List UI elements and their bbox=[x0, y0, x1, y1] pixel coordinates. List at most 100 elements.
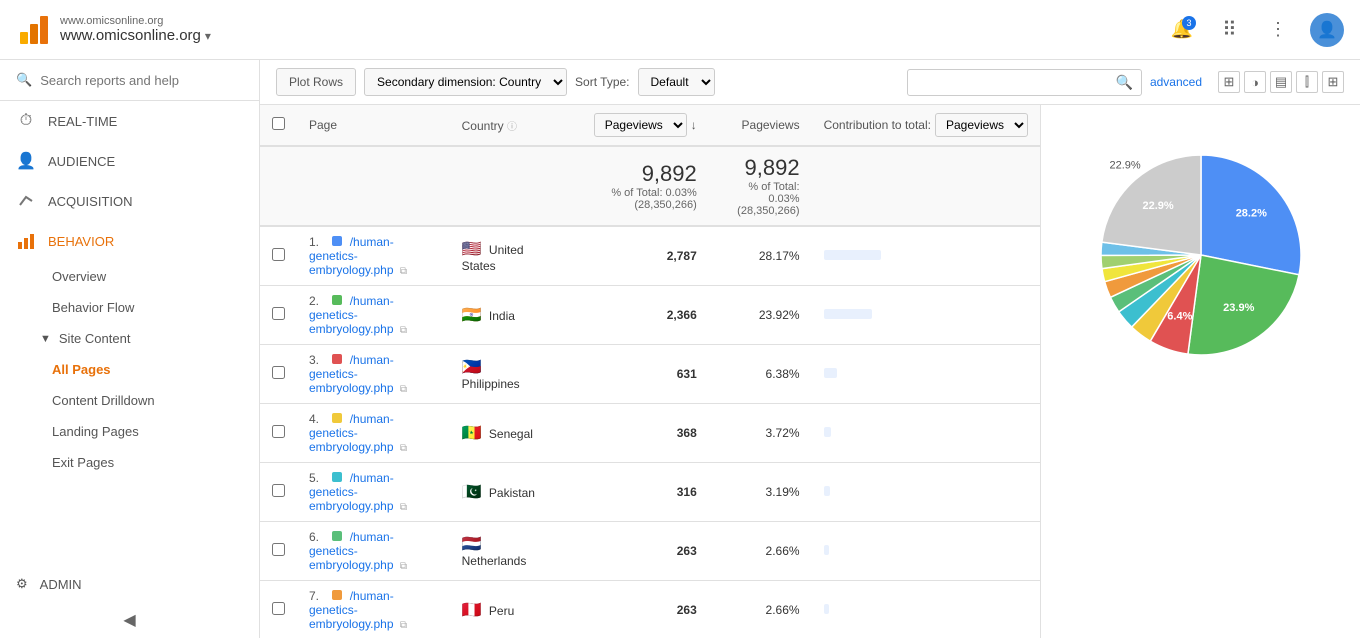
plot-rows-button[interactable]: Plot Rows bbox=[276, 68, 356, 96]
external-link-icon-0[interactable]: ⧉ bbox=[400, 266, 407, 277]
country-cell-2: 🇵🇭 Philippines bbox=[450, 345, 549, 404]
comparison-view-button[interactable]: ⫿ bbox=[1296, 71, 1318, 93]
country-name-1: India bbox=[489, 309, 515, 323]
metric-select[interactable]: Pageviews bbox=[594, 113, 687, 137]
pivot-view-button[interactable]: ⊞ bbox=[1322, 71, 1344, 93]
row-indicator-1 bbox=[332, 295, 342, 305]
table-section: Page Country ⓘ Pageviews bbox=[260, 105, 1040, 638]
external-link-icon-1[interactable]: ⧉ bbox=[400, 325, 407, 336]
row-checkbox-6[interactable] bbox=[272, 602, 285, 615]
total-row: 9,892 % of Total: 0.03% (28,350,266) 9,8… bbox=[260, 146, 1040, 226]
country-cell-4: 🇵🇰 Pakistan bbox=[450, 463, 549, 522]
table-search-input[interactable] bbox=[916, 75, 1116, 89]
row-checkbox-5[interactable] bbox=[272, 543, 285, 556]
sidebar-collapse-button[interactable]: ◀ bbox=[0, 602, 259, 638]
row-checkbox-3[interactable] bbox=[272, 425, 285, 438]
select-all-checkbox[interactable] bbox=[272, 117, 285, 130]
pie-label-10: 22.9% bbox=[1142, 200, 1173, 212]
page-cell-4: 5. /human-genetics-embryology.php ⧉ bbox=[297, 463, 450, 522]
contribution-metric-select[interactable]: Pageviews bbox=[935, 113, 1028, 137]
search-icon: 🔍 bbox=[16, 72, 32, 88]
table-search-icon: 🔍 bbox=[1116, 74, 1133, 91]
expand-icon: ▼ bbox=[40, 333, 51, 345]
page-cell-1: 2. /human-genetics-embryology.php ⧉ bbox=[297, 286, 450, 345]
dropdown-arrow[interactable]: ▾ bbox=[205, 29, 211, 43]
pie-chart-container: 28.2%23.9%6.4%22.9%22.9% bbox=[1041, 105, 1360, 405]
sidebar-item-admin[interactable]: ⚙ ADMIN bbox=[0, 566, 259, 602]
pageviews-cell-1: 23.92% bbox=[709, 286, 812, 345]
pie-view-button[interactable]: ◑ bbox=[1244, 71, 1266, 93]
bar-view-button[interactable]: ▤ bbox=[1270, 71, 1292, 93]
behavior-icon bbox=[16, 231, 36, 251]
top-header: www.omicsonline.org www.omicsonline.org … bbox=[0, 0, 1360, 60]
contribution-cell-0 bbox=[812, 226, 1040, 286]
row-number-1: 2. bbox=[309, 294, 329, 308]
sidebar-item-audience[interactable]: 👤 AUDIENCE bbox=[0, 141, 259, 181]
row-number-4: 5. bbox=[309, 471, 329, 485]
external-link-icon-4[interactable]: ⧉ bbox=[400, 502, 407, 513]
pie-label-1: 23.9% bbox=[1223, 302, 1254, 314]
external-link-icon-6[interactable]: ⧉ bbox=[400, 620, 407, 631]
table-row: 2. /human-genetics-embryology.php ⧉ 🇮🇳 I… bbox=[260, 286, 1040, 345]
table-row: 3. /human-genetics-embryology.php ⧉ 🇵🇭 P… bbox=[260, 345, 1040, 404]
sidebar-realtime-label: REAL-TIME bbox=[48, 114, 117, 129]
site-url-small: www.omicsonline.org bbox=[60, 15, 211, 27]
table-row: 4. /human-genetics-embryology.php ⧉ 🇸🇳 S… bbox=[260, 404, 1040, 463]
sort-type-label: Sort Type: bbox=[575, 75, 629, 89]
sidebar-item-behavior[interactable]: BEHAVIOR bbox=[0, 221, 259, 261]
pageviews-metric-header[interactable]: Pageviews ↓ bbox=[549, 105, 709, 146]
grid-view-button[interactable]: ⊞ bbox=[1218, 71, 1240, 93]
table-search-box[interactable]: 🔍 bbox=[907, 69, 1142, 96]
sidebar-item-content-drilldown[interactable]: Content Drilldown bbox=[0, 385, 259, 416]
row-number-5: 6. bbox=[309, 530, 329, 544]
pageviews-cell-2: 6.38% bbox=[709, 345, 812, 404]
pageviews-metric-cell-0: 2,787 bbox=[549, 226, 709, 286]
external-link-icon-5[interactable]: ⧉ bbox=[400, 561, 407, 572]
site-content-header[interactable]: ▼ Site Content bbox=[0, 323, 259, 354]
acquisition-icon bbox=[16, 191, 36, 211]
sidebar-item-acquisition[interactable]: ACQUISITION bbox=[0, 181, 259, 221]
sidebar-item-exit-pages[interactable]: Exit Pages bbox=[0, 447, 259, 478]
chart-section: 28.2%23.9%6.4%22.9%22.9% bbox=[1040, 105, 1360, 638]
header-right: 🔔 3 ⠿ ⋮ 👤 bbox=[1166, 13, 1344, 47]
search-input[interactable] bbox=[40, 73, 243, 88]
user-avatar[interactable]: 👤 bbox=[1310, 13, 1344, 47]
row-checkbox-4[interactable] bbox=[272, 484, 285, 497]
contribution-cell-3 bbox=[812, 404, 1040, 463]
row-checkbox-1[interactable] bbox=[272, 307, 285, 320]
flag-2: 🇵🇭 bbox=[462, 359, 482, 376]
apps-grid-button[interactable]: ⠿ bbox=[1214, 14, 1246, 46]
country-name-5: Netherlands bbox=[462, 554, 527, 568]
sidebar-item-all-pages[interactable]: All Pages bbox=[0, 354, 259, 385]
total-pageviews-metric: 9,892 % of Total: 0.03% (28,350,266) bbox=[549, 146, 709, 226]
row-indicator-3 bbox=[332, 413, 342, 423]
sidebar-item-realtime[interactable]: ⏱ REAL-TIME bbox=[0, 101, 259, 141]
row-indicator-4 bbox=[332, 472, 342, 482]
sort-type-select[interactable]: Default bbox=[638, 68, 715, 96]
flag-5: 🇳🇱 bbox=[462, 536, 482, 553]
table-header-row: Page Country ⓘ Pageviews bbox=[260, 105, 1040, 146]
country-cell-1: 🇮🇳 India bbox=[450, 286, 549, 345]
row-checkbox-0[interactable] bbox=[272, 248, 285, 261]
sidebar-item-landing-pages[interactable]: Landing Pages bbox=[0, 416, 259, 447]
page-cell-6: 7. /human-genetics-embryology.php ⧉ bbox=[297, 581, 450, 638]
flag-1: 🇮🇳 bbox=[462, 307, 482, 324]
data-table: Page Country ⓘ Pageviews bbox=[260, 105, 1040, 638]
sidebar-search-container[interactable]: 🔍 bbox=[0, 60, 259, 101]
secondary-dimension-select[interactable]: Secondary dimension: Country bbox=[364, 68, 567, 96]
more-options-button[interactable]: ⋮ bbox=[1262, 14, 1294, 46]
external-link-icon-2[interactable]: ⧉ bbox=[400, 384, 407, 395]
pageviews-cell-3: 3.72% bbox=[709, 404, 812, 463]
sidebar-item-behavior-flow[interactable]: Behavior Flow bbox=[0, 292, 259, 323]
row-checkbox-2[interactable] bbox=[272, 366, 285, 379]
realtime-icon: ⏱ bbox=[16, 111, 36, 131]
advanced-link[interactable]: advanced bbox=[1150, 75, 1202, 89]
sidebar-behavior-label: BEHAVIOR bbox=[48, 234, 114, 249]
pageviews-metric-cell-3: 368 bbox=[549, 404, 709, 463]
grid-icon: ⠿ bbox=[1222, 17, 1238, 42]
notification-bell[interactable]: 🔔 3 bbox=[1166, 14, 1198, 46]
external-link-icon-3[interactable]: ⧉ bbox=[400, 443, 407, 454]
avatar-icon: 👤 bbox=[1317, 20, 1337, 40]
toolbar: Plot Rows Secondary dimension: Country S… bbox=[260, 60, 1360, 105]
sidebar-item-overview[interactable]: Overview bbox=[0, 261, 259, 292]
